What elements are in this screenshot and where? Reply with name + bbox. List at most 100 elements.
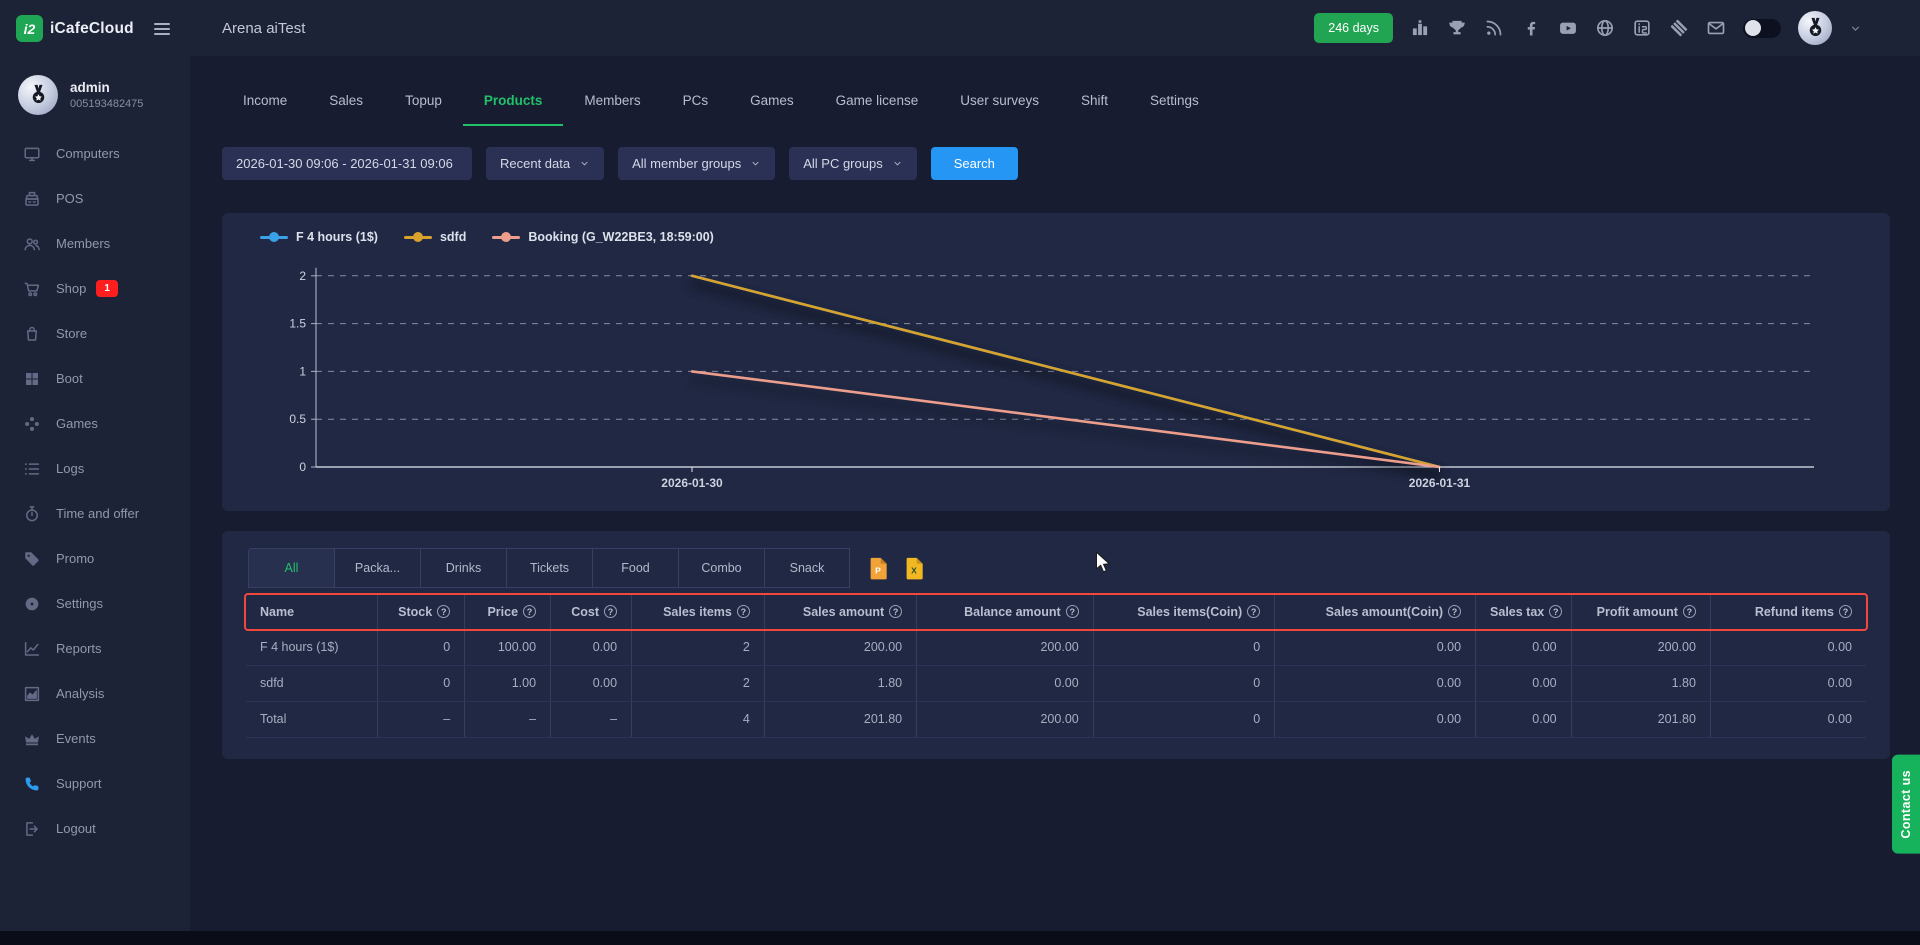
- help-icon[interactable]: ?: [1839, 605, 1852, 618]
- layers-icon[interactable]: [1669, 18, 1689, 38]
- analysis-icon: [23, 685, 41, 703]
- tab-games[interactable]: Games: [729, 93, 815, 126]
- products-table-card: AllPacka...DrinksTicketsFoodComboSnack P…: [222, 531, 1890, 759]
- user-profile[interactable]: admin 005193482475: [0, 57, 190, 115]
- icafecloud-icon[interactable]: [1632, 18, 1652, 38]
- tab-products[interactable]: Products: [463, 93, 564, 126]
- theme-toggle[interactable]: [1743, 19, 1781, 38]
- svg-text:0: 0: [299, 460, 306, 474]
- sidebar-item-support[interactable]: Support: [0, 761, 190, 806]
- category-tab-drinks[interactable]: Drinks: [420, 548, 506, 588]
- icafecloud-logo-icon: i2: [16, 15, 43, 42]
- chevron-down-icon[interactable]: [1849, 22, 1862, 35]
- help-icon[interactable]: ?: [889, 605, 902, 618]
- tab-income[interactable]: Income: [222, 93, 308, 126]
- category-tab-tickets[interactable]: Tickets: [506, 548, 592, 588]
- facebook-icon[interactable]: [1521, 18, 1541, 38]
- cell-value: 0.00: [917, 665, 1094, 701]
- search-button[interactable]: Search: [931, 147, 1018, 180]
- help-icon[interactable]: ?: [604, 605, 617, 618]
- legend-item-sdfd[interactable]: sdfd: [404, 230, 466, 244]
- help-icon[interactable]: ?: [1683, 605, 1696, 618]
- table-row: Total–––4201.80200.0000.000.00201.800.00: [246, 701, 1866, 737]
- members-icon: [23, 235, 41, 253]
- notification-badge: 1: [96, 280, 118, 297]
- sidebar-item-games[interactable]: Games: [0, 401, 190, 446]
- column-header-sales-amount-coin: Sales amount(Coin)?: [1275, 595, 1476, 629]
- contact-us-button[interactable]: Contact us: [1892, 755, 1920, 854]
- sidebar-item-computers[interactable]: Computers: [0, 131, 190, 176]
- category-tab-packa[interactable]: Packa...: [334, 548, 420, 588]
- gear-icon: [23, 595, 41, 613]
- youtube-icon[interactable]: [1558, 18, 1578, 38]
- sidebar-item-reports[interactable]: Reports: [0, 626, 190, 671]
- menu-toggle-icon[interactable]: [150, 19, 174, 39]
- tab-sales[interactable]: Sales: [308, 93, 384, 126]
- brand-name: iCafeCloud: [50, 20, 134, 38]
- help-icon[interactable]: ?: [1066, 605, 1079, 618]
- rss-icon[interactable]: [1484, 18, 1504, 38]
- excel-file-icon[interactable]: X: [905, 557, 924, 580]
- tab-members[interactable]: Members: [563, 93, 661, 126]
- pos-icon: [23, 190, 41, 208]
- subscription-days-badge[interactable]: 246 days: [1314, 13, 1393, 43]
- cell-value: 200.00: [1571, 629, 1710, 665]
- tab-pcs[interactable]: PCs: [662, 93, 730, 126]
- cell-value: 0.00: [1476, 701, 1572, 737]
- sidebar-item-analysis[interactable]: Analysis: [0, 671, 190, 716]
- category-tab-all[interactable]: All: [248, 548, 334, 588]
- sidebar-item-members[interactable]: Members: [0, 221, 190, 266]
- logs-icon: [23, 460, 41, 478]
- table-row: F 4 hours (1$)0100.000.002200.00200.0000…: [246, 629, 1866, 665]
- globe-icon[interactable]: [1595, 18, 1615, 38]
- help-icon[interactable]: ?: [523, 605, 536, 618]
- sidebar-item-events[interactable]: Events: [0, 716, 190, 761]
- tab-shift[interactable]: Shift: [1060, 93, 1129, 126]
- sidebar-item-store[interactable]: Store: [0, 311, 190, 356]
- help-icon[interactable]: ?: [437, 605, 450, 618]
- pc-group-select[interactable]: All PC groups: [789, 147, 916, 180]
- topbar-actions: 246 days: [1314, 11, 1862, 45]
- tab-topup[interactable]: Topup: [384, 93, 463, 126]
- sidebar-item-logs[interactable]: Logs: [0, 446, 190, 491]
- date-range-input[interactable]: 2026-01-30 09:06 - 2026-01-31 09:06: [222, 147, 472, 180]
- sidebar-item-logout[interactable]: Logout: [0, 806, 190, 851]
- sidebar-item-time-and-offer[interactable]: Time and offer: [0, 491, 190, 536]
- legend-item-f-4-hours-1[interactable]: F 4 hours (1$): [260, 230, 378, 244]
- sidebar-item-label: Logout: [56, 821, 96, 836]
- category-tab-food[interactable]: Food: [592, 548, 678, 588]
- sidebar-item-pos[interactable]: POS: [0, 176, 190, 221]
- sidebar-menu: ComputersPOSMembersShop1StoreBootGamesLo…: [0, 131, 190, 851]
- tab-settings[interactable]: Settings: [1129, 93, 1220, 126]
- trophy-icon[interactable]: [1447, 18, 1467, 38]
- promo-tag-icon: [23, 550, 41, 568]
- mail-icon[interactable]: [1706, 18, 1726, 38]
- sidebar-item-settings[interactable]: Settings: [0, 581, 190, 626]
- export-buttons: PX: [869, 557, 924, 580]
- pdf-file-icon[interactable]: P: [869, 557, 888, 580]
- sidebar-item-promo[interactable]: Promo: [0, 536, 190, 581]
- column-header-name: Name: [246, 595, 377, 629]
- category-tab-combo[interactable]: Combo: [678, 548, 764, 588]
- sidebar-item-boot[interactable]: Boot: [0, 356, 190, 401]
- tab-game-license[interactable]: Game license: [815, 93, 940, 126]
- svg-text:2: 2: [299, 269, 306, 283]
- help-icon[interactable]: ?: [1549, 605, 1562, 618]
- member-group-select[interactable]: All member groups: [618, 147, 775, 180]
- data-mode-select[interactable]: Recent data: [486, 147, 604, 180]
- ranking-icon[interactable]: [1410, 18, 1430, 38]
- category-tabs: AllPacka...DrinksTicketsFoodComboSnack: [248, 548, 850, 588]
- help-icon[interactable]: ?: [1448, 605, 1461, 618]
- cell-value: 0: [1093, 701, 1274, 737]
- tab-user-surveys[interactable]: User surveys: [939, 93, 1060, 126]
- help-icon[interactable]: ?: [1247, 605, 1260, 618]
- topbar-avatar[interactable]: [1798, 11, 1832, 45]
- help-icon[interactable]: ?: [737, 605, 750, 618]
- legend-item-booking-g-w22be3-18-59-00[interactable]: Booking (G_W22BE3, 18:59:00): [492, 230, 713, 244]
- svg-text:2026-01-30: 2026-01-30: [661, 476, 723, 490]
- icafecloud-logo[interactable]: i2 iCafeCloud: [16, 15, 134, 42]
- sidebar-item-shop[interactable]: Shop1: [0, 266, 190, 311]
- category-tab-snack[interactable]: Snack: [764, 548, 850, 588]
- sidebar-item-label: Support: [56, 776, 102, 791]
- column-header-price: Price?: [465, 595, 551, 629]
